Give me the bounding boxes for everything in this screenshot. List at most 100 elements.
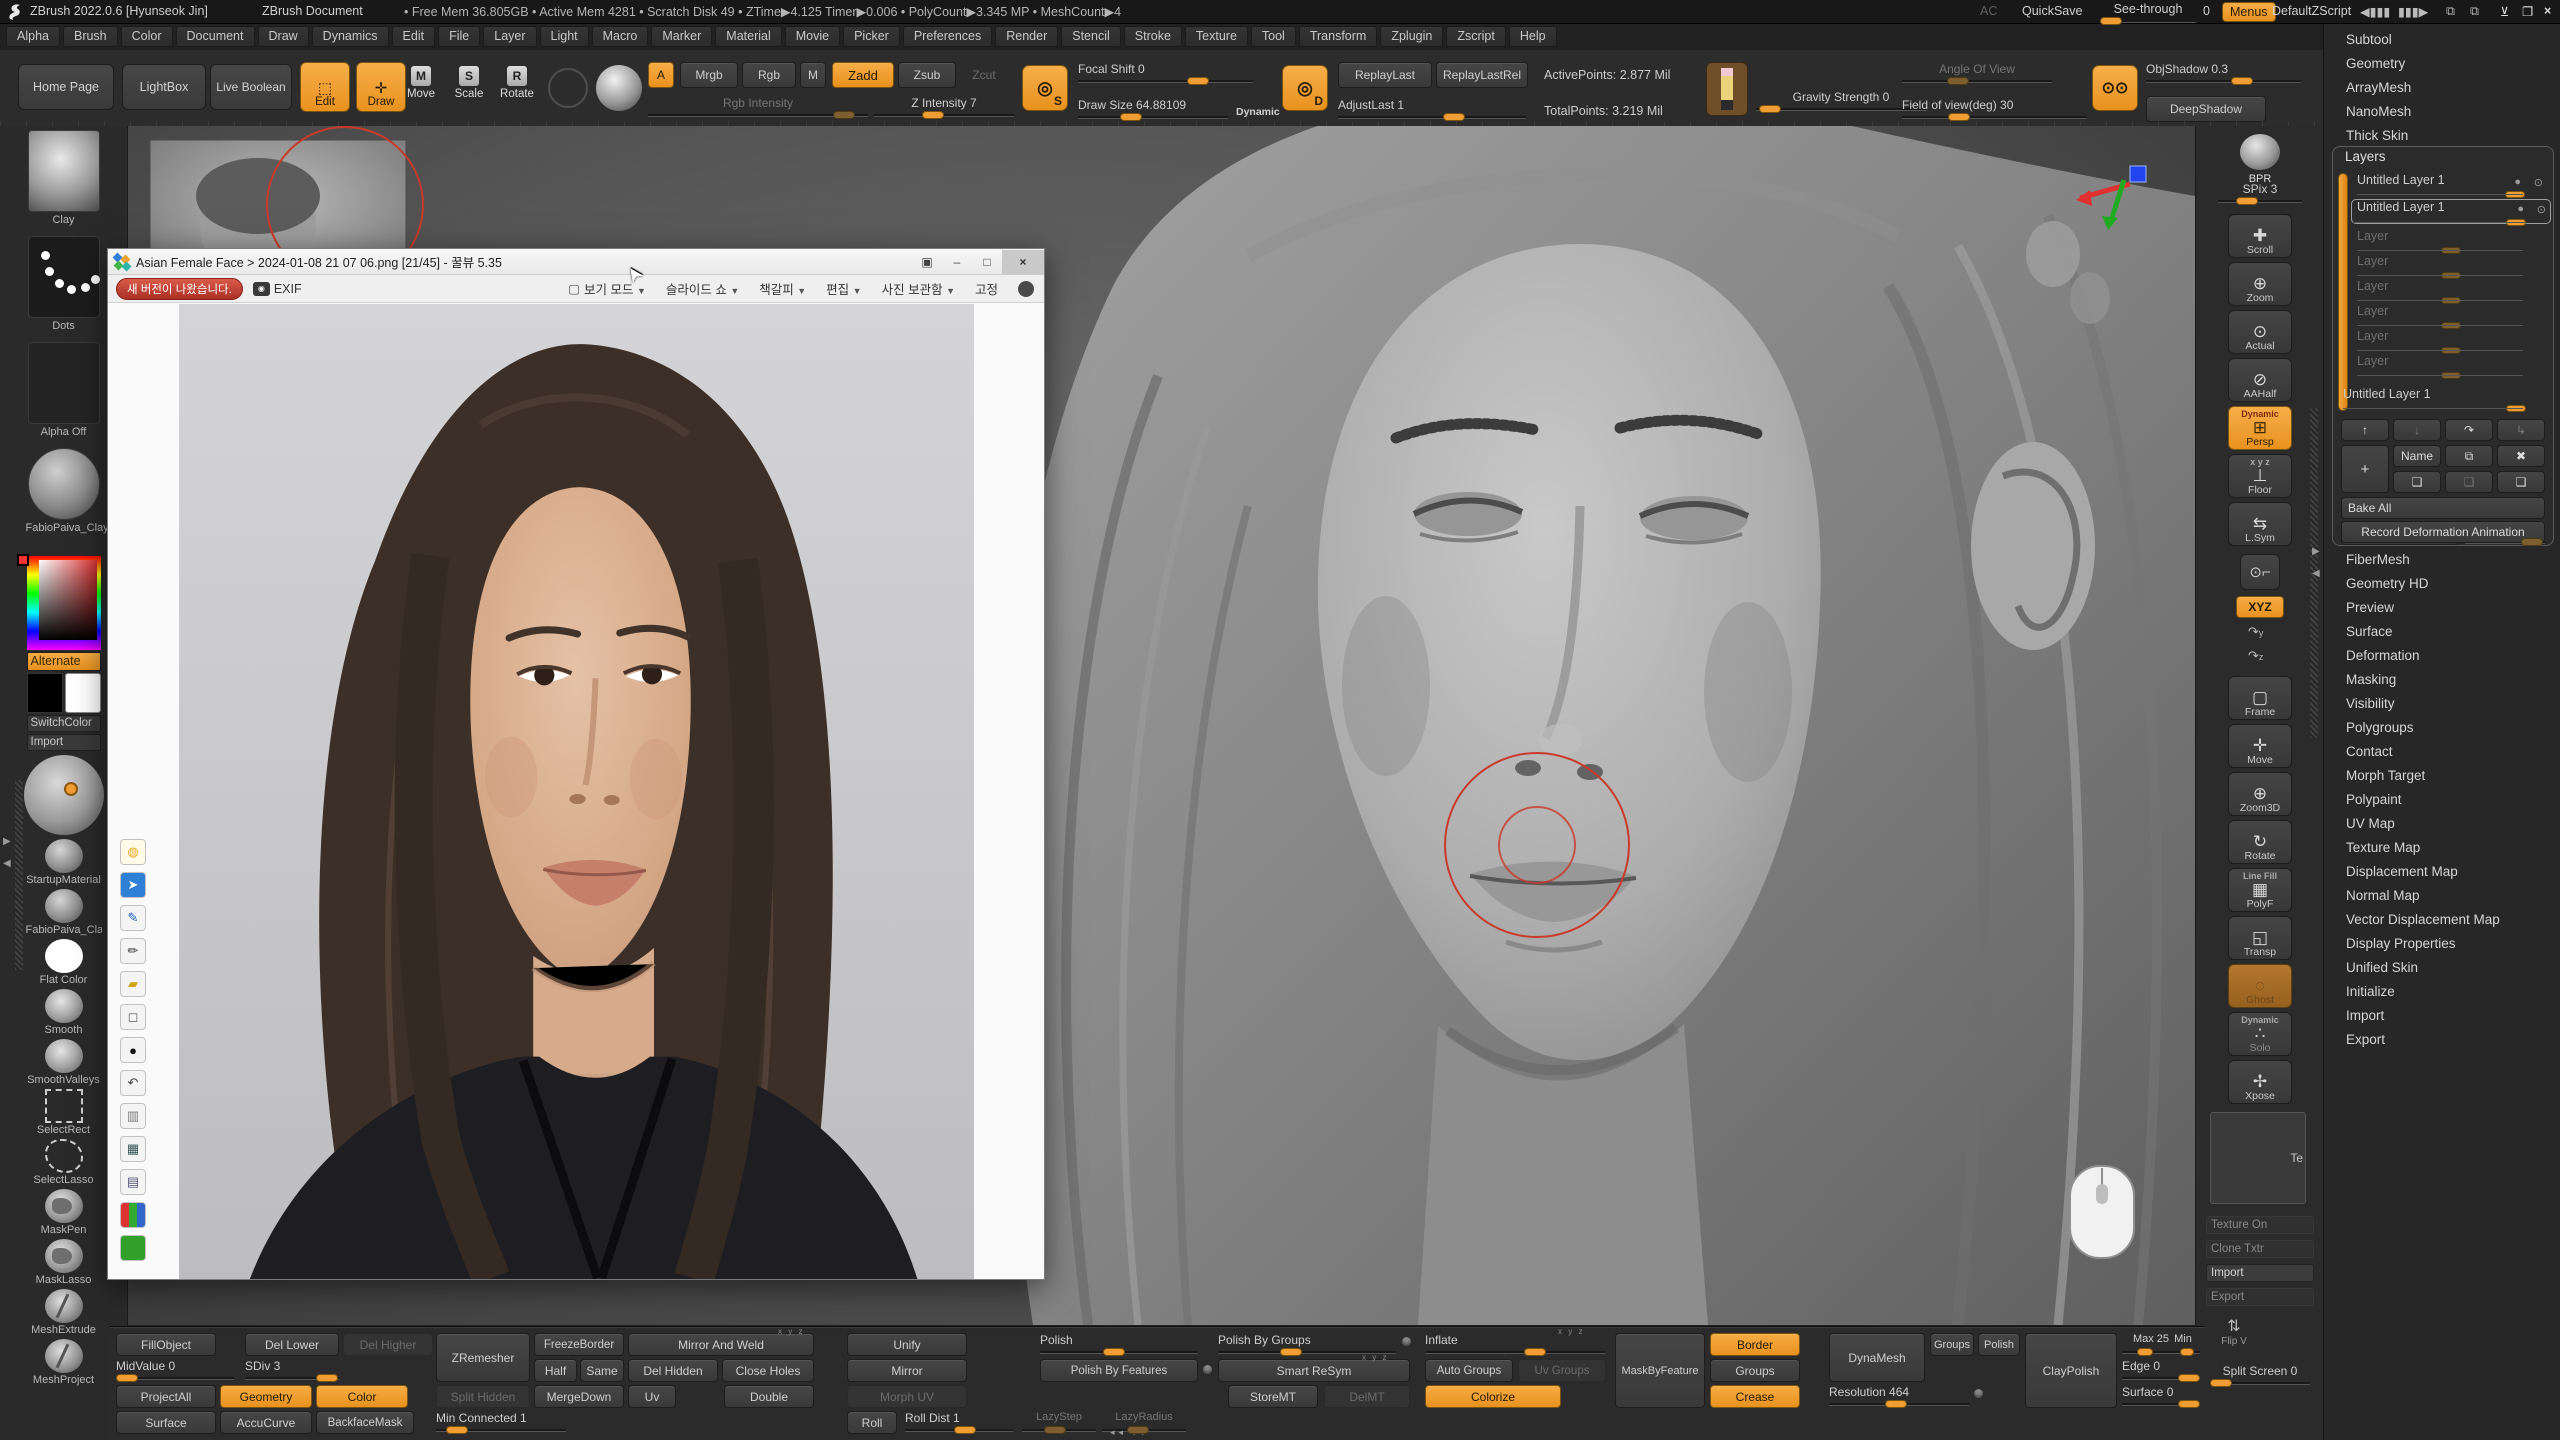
fill-object-button[interactable]: FillObject bbox=[116, 1333, 216, 1356]
move-mode-button[interactable]: M Move bbox=[398, 66, 444, 100]
crease-button[interactable]: Crease bbox=[1710, 1385, 1800, 1408]
menu-item[interactable]: Material bbox=[715, 26, 781, 47]
anchor-badge[interactable]: A bbox=[648, 62, 674, 88]
accu-curve-button[interactable]: AccuCurve bbox=[220, 1411, 312, 1434]
photo-minimize-button[interactable]: – bbox=[942, 252, 972, 272]
photo-maximize-button[interactable]: □ bbox=[972, 252, 1002, 272]
photo-menu-item[interactable]: 사진 보관함 ▼ bbox=[882, 279, 955, 298]
geometry-button[interactable]: Geometry bbox=[220, 1385, 312, 1408]
colorize-button[interactable]: Colorize bbox=[1425, 1385, 1561, 1408]
palette-section-item[interactable]: Masking bbox=[2324, 668, 2560, 692]
groups-button[interactable]: Groups bbox=[1710, 1359, 1800, 1382]
menu-item[interactable]: Help bbox=[1509, 26, 1557, 47]
menu-item[interactable]: File bbox=[438, 26, 480, 47]
layer-row[interactable]: Untitled Layer 1 ● ⊙ bbox=[2357, 173, 2547, 195]
layers-header[interactable]: Layers bbox=[2345, 149, 2386, 164]
shelf-item[interactable]: MeshProject bbox=[26, 1339, 102, 1389]
resolution-slider[interactable]: Resolution 464 bbox=[1829, 1385, 1969, 1408]
divider-left-icon[interactable]: ⧉ bbox=[2446, 4, 2455, 19]
menu-item[interactable]: Zplugin bbox=[1380, 26, 1443, 47]
mask-by-feature-button[interactable]: MaskByFeature bbox=[1615, 1333, 1705, 1408]
palette-section-item[interactable]: Initialize bbox=[2324, 980, 2560, 1004]
backface-mask-button[interactable]: BackfaceMask bbox=[316, 1411, 414, 1434]
menu-item[interactable]: Stroke bbox=[1124, 26, 1182, 47]
layer-merge-button[interactable]: ❏ bbox=[2393, 471, 2441, 493]
shelf-tool-button[interactable]: Dynamic ⊞ Persp bbox=[2224, 406, 2296, 454]
rgb-button[interactable]: Rgb bbox=[742, 62, 796, 88]
annotation-tool-icon[interactable]: ✏ bbox=[120, 938, 146, 964]
shelf-tool-button[interactable]: ⊘ AAHalf bbox=[2224, 358, 2296, 406]
annotation-tool-icon[interactable]: ↶ bbox=[120, 1070, 146, 1096]
edit-mode-button[interactable]: ⬚ Edit bbox=[300, 62, 350, 112]
live-boolean-button[interactable]: Live Boolean bbox=[210, 64, 292, 110]
same-button[interactable]: Same bbox=[580, 1359, 624, 1382]
clay-polish-button[interactable]: ClayPolish bbox=[2025, 1333, 2117, 1408]
annotation-tool-icon[interactable]: ◍ bbox=[120, 839, 146, 865]
color-picker[interactable] bbox=[27, 556, 101, 650]
menu-item[interactable]: Zscript bbox=[1446, 26, 1506, 47]
menu-item[interactable]: Transform bbox=[1299, 26, 1378, 47]
pin-circle-icon[interactable] bbox=[1018, 281, 1034, 297]
polish-by-features-dot[interactable] bbox=[1203, 1365, 1212, 1374]
layer-record-icon[interactable]: ● bbox=[2517, 203, 2524, 215]
layer-add-button[interactable]: + bbox=[2341, 445, 2389, 493]
color-button[interactable]: Color bbox=[316, 1385, 408, 1408]
palette-section-item[interactable]: ArrayMesh bbox=[2324, 76, 2560, 100]
layer-duplicate-button[interactable]: ⧉ bbox=[2445, 445, 2493, 467]
divider-right-icon[interactable]: ⧉ bbox=[2470, 4, 2479, 19]
palette-section-item[interactable]: UV Map bbox=[2324, 812, 2560, 836]
palette-section-item[interactable]: Normal Map bbox=[2324, 884, 2560, 908]
replay-last-button[interactable]: ReplayLast bbox=[1338, 62, 1432, 88]
palette-section-item[interactable]: Preview bbox=[2324, 596, 2560, 620]
menu-item[interactable]: Dynamics bbox=[312, 26, 389, 47]
annotation-tool-icon[interactable]: ▦ bbox=[120, 1136, 146, 1162]
layer-row-selected[interactable]: Untitled Layer 1 ● ⊙ bbox=[2351, 199, 2551, 224]
fullscreen-button[interactable]: ▣ bbox=[912, 252, 942, 272]
menu-item[interactable]: Edit bbox=[392, 26, 436, 47]
shelf-item[interactable]: SelectRect bbox=[26, 1089, 102, 1139]
menu-item[interactable]: Preferences bbox=[903, 26, 992, 47]
photo-viewer-window[interactable]: Asian Female Face > 2024-01-08 21 07 06.… bbox=[107, 248, 1045, 1280]
annotation-tool-icon[interactable]: ● bbox=[120, 1037, 146, 1063]
palette-section-item[interactable]: Displacement Map bbox=[2324, 860, 2560, 884]
flip-v-button[interactable]: ⇅ Flip V bbox=[2212, 1316, 2256, 1347]
alternate-button[interactable]: Alternate bbox=[27, 652, 101, 671]
shelf-item[interactable]: SmoothValleys bbox=[26, 1039, 102, 1089]
shelf-tool-button[interactable]: ✚ Scroll bbox=[2224, 214, 2296, 262]
annotation-tool-icon[interactable]: ■ bbox=[120, 1235, 146, 1261]
palette-section-item[interactable]: FiberMesh bbox=[2324, 548, 2560, 572]
shelf-tool-button[interactable]: ◌ Ghost bbox=[2224, 964, 2296, 1012]
palette-section-item[interactable]: Import bbox=[2324, 1004, 2560, 1028]
default-zscript-button[interactable]: DefaultZScript bbox=[2272, 4, 2351, 18]
focal-shift-slider[interactable]: Focal Shift 0 bbox=[1078, 62, 1253, 85]
lightbox-button[interactable]: LightBox bbox=[122, 64, 206, 110]
shelf-item[interactable]: StartupMaterial bbox=[26, 839, 102, 889]
right-divider-open-icon[interactable]: ▶ bbox=[2312, 546, 2320, 557]
exif-button[interactable]: EXIF bbox=[274, 282, 302, 296]
see-through-slider[interactable]: See-through bbox=[2100, 2, 2196, 25]
restore-button[interactable]: ❐ bbox=[2522, 4, 2533, 19]
left-tray-toggle-icon[interactable]: ◀▮▮▮ bbox=[2360, 4, 2390, 19]
right-tray-toggle-icon[interactable]: ▮▮▮▶ bbox=[2398, 4, 2428, 19]
draw-size-slider[interactable]: Draw Size 64.88109 bbox=[1078, 98, 1228, 121]
menu-item[interactable]: Layer bbox=[483, 26, 536, 47]
annotation-tool-icon[interactable]: ❖ bbox=[120, 1202, 146, 1228]
photo-menu-item[interactable]: 슬라이드 쇼 ▼ bbox=[666, 279, 739, 298]
shelf-tool-button[interactable]: ▢ Frame bbox=[2224, 676, 2296, 724]
mirror-button[interactable]: Mirror bbox=[847, 1359, 967, 1382]
layer-eye-icon[interactable]: ⊙ bbox=[2534, 176, 2543, 189]
dynamesh-button[interactable]: DynaMesh bbox=[1829, 1333, 1925, 1382]
palette-section-item[interactable]: Geometry bbox=[2324, 52, 2560, 76]
shelf-item[interactable]: Alpha Off bbox=[26, 342, 102, 448]
palette-section-item[interactable]: Texture Map bbox=[2324, 836, 2560, 860]
brush-size-icon[interactable]: ◎S bbox=[1022, 65, 1068, 111]
gravity-pencil-icon[interactable] bbox=[1706, 62, 1748, 116]
menu-item[interactable]: Movie bbox=[785, 26, 840, 47]
new-version-button[interactable]: 새 버전이 나왔습니다. bbox=[116, 278, 243, 300]
menu-item[interactable]: Tool bbox=[1251, 26, 1296, 47]
left-divider-open-icon[interactable]: ▶ bbox=[3, 836, 11, 847]
palette-section-item[interactable]: Contact bbox=[2324, 740, 2560, 764]
bpr-button[interactable]: BPR bbox=[2224, 134, 2296, 185]
edge-slider[interactable]: Edge 0 bbox=[2122, 1359, 2200, 1382]
shelf-item[interactable]: Clay bbox=[26, 130, 102, 236]
